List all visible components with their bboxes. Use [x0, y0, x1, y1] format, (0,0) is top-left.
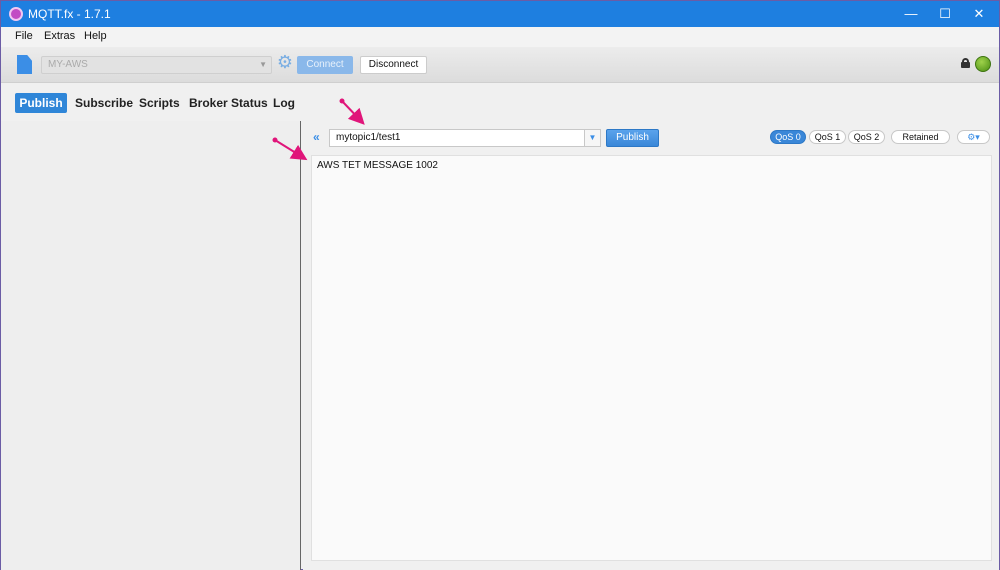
menu-bar: File Extras Help: [1, 27, 999, 47]
topic-input[interactable]: mytopic1/test1: [329, 129, 601, 147]
document-icon[interactable]: [17, 55, 32, 74]
gear-icon[interactable]: ⚙: [276, 53, 294, 71]
chevron-down-icon[interactable]: ▼: [584, 129, 601, 147]
mqttfx-app-icon: [9, 7, 23, 21]
menu-file[interactable]: File: [15, 30, 33, 42]
connection-toolbar: MY-AWS ▼ ⚙ Connect Disconnect: [1, 47, 999, 83]
close-icon[interactable]: ✕: [961, 1, 997, 27]
payload-text: AWS TET MESSAGE 1002: [317, 160, 438, 171]
connect-button[interactable]: Connect: [297, 56, 353, 74]
tab-log[interactable]: Log: [273, 93, 295, 113]
lock-icon: [961, 58, 970, 68]
qos-0-toggle[interactable]: QoS 0: [770, 130, 806, 144]
minimize-icon[interactable]: —: [893, 1, 929, 27]
menu-extras[interactable]: Extras: [44, 30, 75, 42]
connection-profile-select[interactable]: MY-AWS ▼: [41, 56, 272, 74]
retained-toggle[interactable]: Retained: [891, 130, 950, 144]
gear-dropdown-icon[interactable]: ⚙▾: [957, 130, 990, 144]
app-window: MQTT.fx - 1.7.1 — ☐ ✕ File Extras Help M…: [0, 0, 1000, 570]
maximize-icon[interactable]: ☐: [927, 1, 963, 27]
publish-button[interactable]: Publish: [606, 129, 659, 147]
connection-status-icon: [975, 56, 991, 72]
chevron-down-icon: ▼: [259, 60, 267, 69]
tab-subscribe[interactable]: Subscribe: [75, 93, 133, 113]
tab-broker-status[interactable]: Broker Status: [189, 93, 268, 113]
publish-pane: « mytopic1/test1 ▼ Publish QoS 0 QoS 1 Q…: [303, 121, 999, 570]
qos-2-toggle[interactable]: QoS 2: [848, 130, 885, 144]
tab-publish[interactable]: Publish: [15, 93, 67, 113]
menu-help[interactable]: Help: [84, 30, 107, 42]
payload-textarea[interactable]: AWS TET MESSAGE 1002: [311, 155, 992, 561]
main-tabs: Publish Subscribe Scripts Broker Status …: [1, 84, 999, 120]
window-title: MQTT.fx - 1.7.1: [28, 7, 111, 21]
title-bar: MQTT.fx - 1.7.1 — ☐ ✕: [1, 1, 999, 27]
double-chevron-left-icon[interactable]: «: [313, 130, 320, 144]
publish-history-pane: [1, 121, 301, 570]
connection-profile-value: MY-AWS: [48, 59, 88, 70]
disconnect-button[interactable]: Disconnect: [360, 56, 427, 74]
qos-1-toggle[interactable]: QoS 1: [809, 130, 846, 144]
tab-scripts[interactable]: Scripts: [139, 93, 180, 113]
